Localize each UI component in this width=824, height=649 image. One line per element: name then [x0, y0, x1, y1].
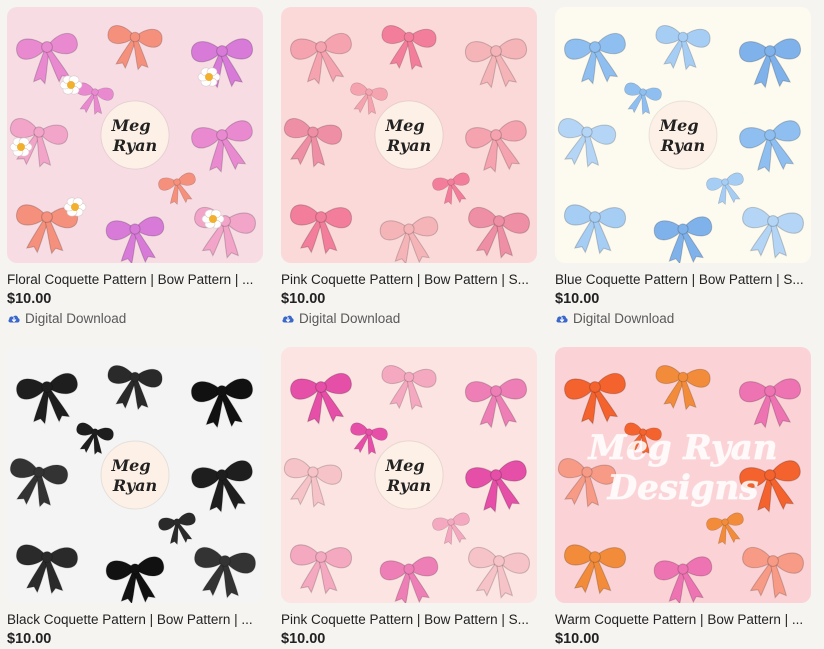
cloud-download-icon	[7, 312, 21, 326]
listing-price: $10.00	[7, 291, 52, 307]
listing-thumbnail[interactable]: Meg Ryan	[281, 7, 537, 263]
shop-logo-badge: MegRyan	[374, 100, 444, 170]
shop-logo-badge: MegRyan	[648, 100, 718, 170]
listing-title[interactable]: Blue Coquette Pattern | Bow Pattern | S.…	[555, 272, 811, 288]
listing-thumbnail[interactable]: Meg Ryan	[555, 7, 811, 263]
pattern-image: MegRyan	[7, 347, 263, 603]
cloud-download-icon	[555, 312, 569, 326]
listing-card[interactable]: Meg Ryan Pink Coquette Pattern | Bow Patt…	[281, 7, 537, 327]
pattern-image: Meg RyanDesigns	[555, 347, 811, 603]
listing-price: $10.00	[555, 291, 600, 307]
shop-logo-badge: MegRyan	[100, 440, 170, 510]
svg-text:Meg: Meg	[384, 116, 424, 135]
pattern-image: MegRyan	[7, 7, 263, 263]
daisy-graphic	[59, 75, 83, 95]
listing-card[interactable]: Meg Ryan Floral Coquette Pattern | Bow Pa…	[7, 7, 263, 327]
svg-text:Ryan: Ryan	[386, 476, 431, 495]
listing-card[interactable]: Meg Ryan Blue Coquette Pattern | Bow Patt…	[555, 7, 811, 327]
digital-download-label: Digital Download	[25, 311, 127, 326]
listing-thumbnail[interactable]: Meg Ryan	[7, 7, 263, 263]
digital-download-label: Digital Download	[299, 311, 401, 326]
svg-text:Meg: Meg	[384, 456, 424, 475]
svg-text:Meg: Meg	[110, 456, 150, 475]
pattern-image: MegRyan	[555, 7, 811, 263]
listing-price: $10.00	[281, 631, 326, 647]
daisy-graphic	[201, 209, 225, 229]
daisy-graphic	[197, 67, 221, 87]
listing-thumbnail[interactable]: Meg Ryan	[7, 347, 263, 603]
listing-price: $10.00	[281, 291, 326, 307]
listing-title[interactable]: Pink Coquette Pattern | Bow Pattern | S.…	[281, 272, 537, 288]
listing-card[interactable]: Meg Ryan Black Coquette Pattern | Bow Pat…	[7, 347, 263, 648]
daisy-graphic	[63, 197, 87, 217]
svg-text:Meg: Meg	[110, 116, 150, 135]
daisy-graphic	[9, 137, 33, 157]
listing-thumbnail[interactable]: Meg Ryan Designs	[555, 347, 811, 603]
svg-text:Ryan: Ryan	[112, 136, 157, 155]
listing-title[interactable]: Warm Coquette Pattern | Bow Pattern | ..…	[555, 612, 811, 628]
listing-title[interactable]: Pink Coquette Pattern | Bow Pattern | S.…	[281, 612, 537, 628]
svg-text:Meg: Meg	[658, 116, 698, 135]
listing-card[interactable]: Meg Ryan Pink Coquette Pattern | Bow Patt…	[281, 347, 537, 648]
pattern-image: MegRyan	[281, 347, 537, 603]
svg-text:Ryan: Ryan	[660, 136, 705, 155]
listing-title[interactable]: Black Coquette Pattern | Bow Pattern | .…	[7, 612, 263, 628]
listing-thumbnail[interactable]: Meg Ryan	[281, 347, 537, 603]
listing-grid: Meg Ryan Floral Coquette Pattern | Bow Pa…	[0, 0, 824, 649]
digital-download-label: Digital Download	[573, 311, 675, 326]
listing-price: $10.00	[555, 631, 600, 647]
digital-download-tag: Digital Download	[7, 310, 263, 327]
svg-text:Ryan: Ryan	[112, 476, 157, 495]
cloud-download-icon	[281, 312, 295, 326]
pattern-image: MegRyan	[281, 7, 537, 263]
listing-title[interactable]: Floral Coquette Pattern | Bow Pattern | …	[7, 272, 263, 288]
digital-download-tag: Digital Download	[555, 310, 811, 327]
svg-text:Ryan: Ryan	[386, 136, 431, 155]
listing-price: $10.00	[7, 631, 52, 647]
svg-text:Meg Ryan: Meg Ryan	[587, 428, 777, 468]
shop-logo-badge: MegRyan	[374, 440, 444, 510]
watermark-logo: Meg RyanDesigns	[587, 428, 778, 509]
listing-card[interactable]: Meg Ryan Designs Warm Coquette Pattern | …	[555, 347, 811, 648]
shop-logo-badge: MegRyan	[100, 100, 170, 170]
svg-text:Designs: Designs	[607, 468, 759, 508]
digital-download-tag: Digital Download	[281, 310, 537, 327]
